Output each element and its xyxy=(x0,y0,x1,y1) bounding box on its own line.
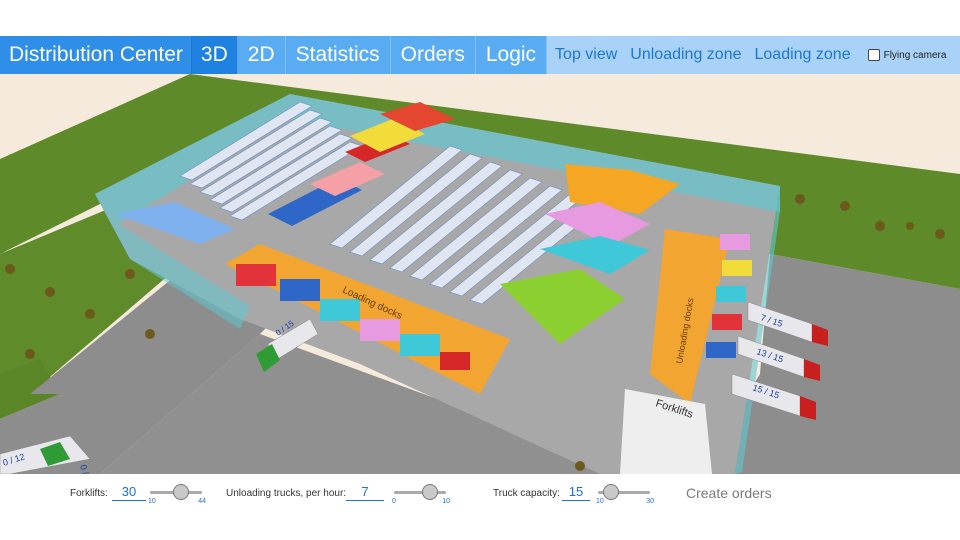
create-orders-button[interactable]: Create orders xyxy=(686,485,772,501)
forklifts-slider[interactable]: 10 44 xyxy=(148,484,206,507)
capacity-max: 30 xyxy=(646,498,654,505)
forklifts-min: 10 xyxy=(148,498,156,505)
capacity-slider-knob[interactable] xyxy=(603,484,619,500)
capacity-slider[interactable]: 10 30 xyxy=(596,484,654,507)
forklifts-max: 44 xyxy=(198,498,206,505)
app-title: Distribution Center xyxy=(0,36,192,74)
unloading-max: 10 xyxy=(442,498,450,505)
unloading-value[interactable]: 7 xyxy=(346,484,384,501)
tab-3d[interactable]: 3D xyxy=(191,36,238,74)
capacity-value[interactable]: 15 xyxy=(562,484,590,501)
unloading-slider[interactable]: 0 10 xyxy=(392,484,450,507)
flying-camera-toggle[interactable]: Flying camera xyxy=(867,49,947,61)
tab-statistics[interactable]: Statistics xyxy=(285,36,391,74)
simulation-controls: Forklifts: 30 10 44 Unloading trucks, pe… xyxy=(0,474,960,514)
unloading-min: 0 xyxy=(392,498,396,505)
loading-zone-link[interactable]: Loading zone xyxy=(755,46,851,64)
capacity-min: 10 xyxy=(596,498,604,505)
flying-camera-label: Flying camera xyxy=(883,49,947,61)
unloading-label: Unloading trucks, per hour: xyxy=(226,488,347,499)
tab-orders[interactable]: Orders xyxy=(390,36,476,74)
forklifts-value[interactable]: 30 xyxy=(112,484,146,501)
tab-logic[interactable]: Logic xyxy=(475,36,548,74)
view-links-bar: Top view Unloading zone Loading zone Fly… xyxy=(547,36,960,74)
forklifts-label: Forklifts: xyxy=(70,488,108,499)
top-view-link[interactable]: Top view xyxy=(555,46,617,64)
tab-2d[interactable]: 2D xyxy=(237,36,286,74)
app-root: Distribution Center 3D 2D Statistics Ord… xyxy=(0,0,960,540)
top-navigation-bar: Distribution Center 3D 2D Statistics Ord… xyxy=(0,36,960,74)
capacity-label: Truck capacity: xyxy=(493,488,560,499)
flying-camera-checkbox[interactable] xyxy=(867,49,880,61)
unloading-slider-knob[interactable] xyxy=(422,484,439,500)
warehouse-scene: 7 / 15 13 / 15 15 / 15 0 / 15 0 / 12 0 /… xyxy=(0,74,960,474)
forklifts-slider-knob[interactable] xyxy=(172,484,189,500)
unloading-slider-track xyxy=(394,491,446,494)
warehouse-3d-viewport[interactable]: 7 / 15 13 / 15 15 / 15 0 / 15 0 / 12 0 /… xyxy=(0,74,960,474)
unloading-zone-link[interactable]: Unloading zone xyxy=(630,46,741,64)
